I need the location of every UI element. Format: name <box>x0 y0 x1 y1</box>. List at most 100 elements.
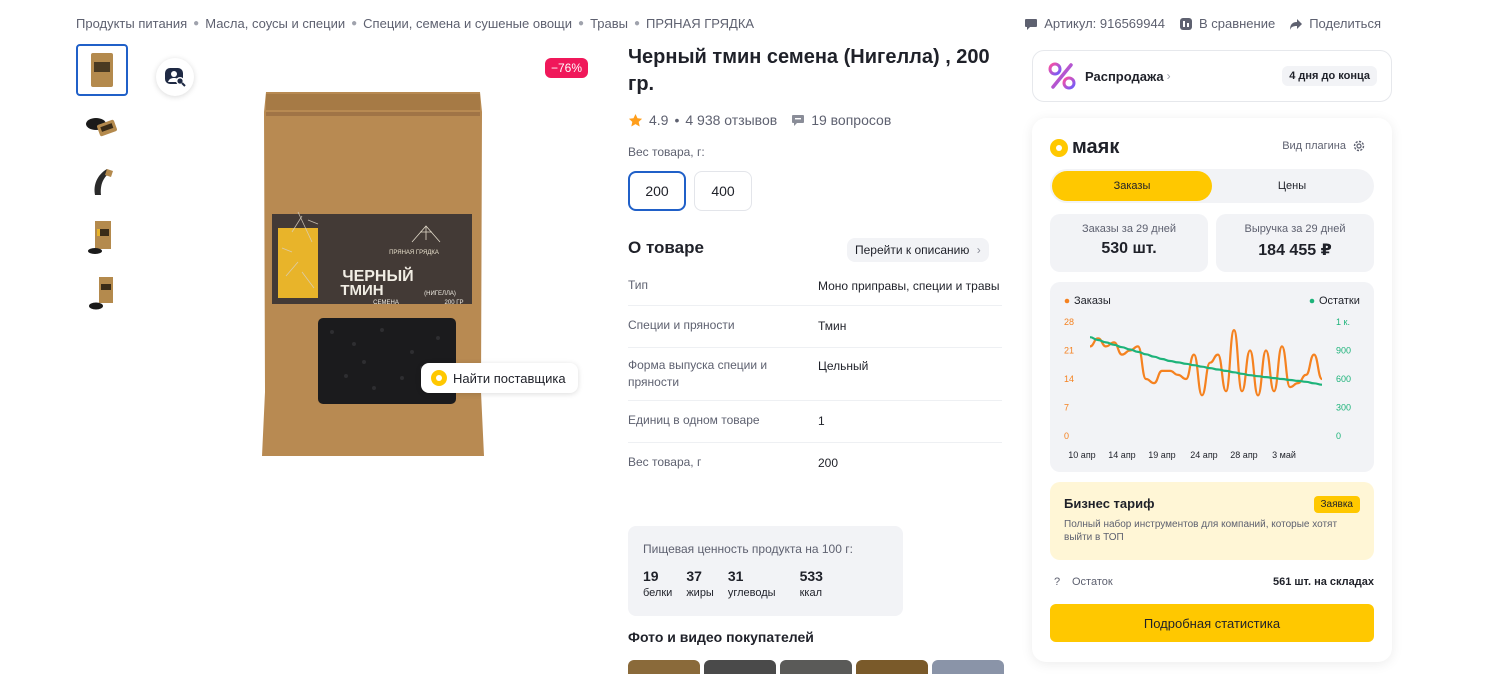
mayak-logo: маяк <box>1050 136 1119 159</box>
property-key: Вес товара, г <box>628 455 702 469</box>
thumbnail-image <box>89 277 113 310</box>
property-row: Вес товара, г 200 <box>628 443 1002 482</box>
y-left-tick-label: 0 <box>1064 431 1069 441</box>
article-label: Артикул: 916569944 <box>1044 16 1165 31</box>
plugin-view-label: Вид плагина <box>1282 140 1346 152</box>
stat-value: 184 455 ₽ <box>1258 242 1332 259</box>
stat-card-revenue: Выручка за 29 дней 184 455 ₽ <box>1216 214 1374 272</box>
chevron-right-icon: › <box>1166 69 1171 83</box>
weight-label: Вес товара, г: <box>628 145 705 159</box>
similar-search-button[interactable] <box>156 58 194 96</box>
tab-orders[interactable]: Заказы <box>1052 171 1212 201</box>
find-supplier-button[interactable]: Найти поставщика <box>421 363 578 393</box>
weight-option-400[interactable]: 400 <box>694 171 752 211</box>
detailed-stats-button[interactable]: Подробная статистика <box>1050 604 1374 642</box>
compare-button[interactable]: В сравнение <box>1179 16 1275 31</box>
compare-label: В сравнение <box>1198 16 1276 31</box>
nutrition-label: белки <box>643 587 673 599</box>
nutrition-value: 37 <box>686 568 702 584</box>
stat-label: Выручка за 29 дней <box>1244 223 1346 235</box>
breadcrumb: Продукты питания ● Масла, соусы и специи… <box>76 16 754 31</box>
properties-list: Тип Моно приправы, специи и травы Специи… <box>628 268 1002 482</box>
property-key: Единиц в одном товаре <box>628 413 760 427</box>
product-title: Черный тмин семена (Нигелла) , 200 гр. <box>628 46 990 95</box>
thumbnail-image <box>94 169 113 195</box>
package-weight: 200 ГР <box>445 300 464 306</box>
business-plan-card[interactable]: Бизнес тариф Полный набор инструментов д… <box>1050 482 1374 560</box>
article-info[interactable]: Артикул: 916569944 <box>1024 16 1165 31</box>
rating-value: 4.9 <box>649 112 669 128</box>
legend-stock-label: Остатки <box>1319 295 1360 307</box>
thumbnail[interactable] <box>76 212 128 264</box>
thumbnail[interactable] <box>76 100 128 152</box>
nutrition-label: ккал <box>799 587 822 599</box>
thumbnail[interactable] <box>76 268 128 320</box>
customer-photo[interactable] <box>780 660 852 674</box>
breadcrumb-item[interactable]: ПРЯНАЯ ГРЯДКА <box>646 16 754 31</box>
x-tick-label: 10 апр <box>1068 450 1095 460</box>
legend-orders-marker <box>1064 298 1070 304</box>
discount-badge: −76% <box>545 58 589 78</box>
request-button[interactable]: Заявка <box>1313 496 1360 513</box>
stock-label: Остаток <box>1072 576 1113 588</box>
nutrition-title: Пищевая ценность продукта на 100 г: <box>643 542 853 556</box>
stat-value: 530 шт. <box>1101 240 1157 257</box>
rating-dot: • <box>674 112 680 128</box>
nutrition-value: 533 <box>799 568 823 584</box>
percent-icon <box>1048 62 1076 90</box>
property-value: Тмин <box>818 319 847 333</box>
property-row: Тип Моно приправы, специи и травы <box>628 268 1002 306</box>
mayak-plugin-panel: маяк Вид плагина Заказы Цены Заказы за 2… <box>1032 118 1392 662</box>
x-tick-label: 14 апр <box>1108 450 1135 460</box>
find-supplier-label: Найти поставщика <box>453 370 566 386</box>
mayak-logo-icon <box>1050 138 1068 157</box>
about-title: О товаре <box>628 238 704 257</box>
reviews-link[interactable]: 4 938 отзывов <box>685 112 777 128</box>
breadcrumb-item[interactable]: Продукты питания <box>76 16 187 31</box>
chat-bubble-icon <box>1025 18 1038 30</box>
property-value: 200 <box>818 456 839 470</box>
orders-chart-card: Заказы Остатки 0 7 14 21 28 0 300 600 900 1 к. 10 ап… <box>1050 282 1374 472</box>
nutrition-card: Пищевая ценность продукта на 100 г: 19 б… <box>628 526 903 616</box>
questions-link[interactable]: 19 вопросов <box>791 112 891 128</box>
share-button[interactable]: Поделиться <box>1289 16 1381 31</box>
y-right-tick-label: 0 <box>1336 431 1341 441</box>
property-value: Моно приправы, специи и травы <box>818 279 1000 293</box>
package-line3: (НИГЕЛЛА) <box>424 291 456 297</box>
property-key: Тип <box>628 278 649 292</box>
y-right-tick-label: 1 к. <box>1336 317 1350 327</box>
sale-banner[interactable]: Распродажа › 4 дня до конца <box>1032 50 1392 102</box>
tab-prices[interactable]: Цены <box>1212 171 1372 201</box>
customer-photo[interactable] <box>932 660 1004 674</box>
breadcrumb-item[interactable]: Специи, семена и сушеные овощи <box>363 16 572 31</box>
go-to-description-button[interactable]: Перейти к описанию › <box>847 238 989 262</box>
breadcrumb-item[interactable]: Масла, соусы и специи <box>205 16 345 31</box>
y-left-tick-label: 21 <box>1064 346 1074 356</box>
breadcrumb-item[interactable]: Травы <box>590 16 628 31</box>
y-right-tick-label: 300 <box>1336 403 1351 413</box>
y-left-tick-label: 7 <box>1064 403 1069 413</box>
x-tick-label: 28 апр <box>1230 450 1257 460</box>
rating-row: 4.9 • 4 938 отзывов 19 вопросов <box>628 112 891 128</box>
visual-search-icon <box>165 68 186 87</box>
business-plan-desc: Полный набор инструментов для компаний, … <box>1064 519 1338 543</box>
weight-option-200[interactable]: 200 <box>628 171 686 211</box>
customer-photo[interactable] <box>628 660 700 674</box>
customer-photo[interactable] <box>704 660 776 674</box>
legend-orders-label: Заказы <box>1074 295 1111 307</box>
help-icon[interactable]: ? <box>1050 576 1064 588</box>
stat-label: Заказы за 29 дней <box>1081 223 1177 235</box>
thumbnail-image <box>91 53 113 87</box>
breadcrumb-separator: ● <box>578 18 585 29</box>
nutrition-value: 31 <box>727 568 744 584</box>
thumbnail[interactable] <box>76 156 128 208</box>
y-left-tick-label: 14 <box>1064 374 1074 384</box>
top-actions: Артикул: 916569944 В сравнение Поделитьс… <box>1024 16 1381 31</box>
product-image[interactable]: ПРЯНАЯ ГРЯДКА ЧЕРНЫЙ ТМИН (НИГЕЛЛА) СЕМЕ… <box>262 92 484 456</box>
customer-photo[interactable] <box>856 660 928 674</box>
thumbnail[interactable] <box>76 44 128 96</box>
star-icon <box>628 113 643 126</box>
nutrition-item: 533 ккал <box>800 568 823 599</box>
plugin-view-button[interactable]: Вид плагина <box>1282 139 1366 153</box>
property-key: Форма выпуска специи и пряности <box>628 358 768 389</box>
